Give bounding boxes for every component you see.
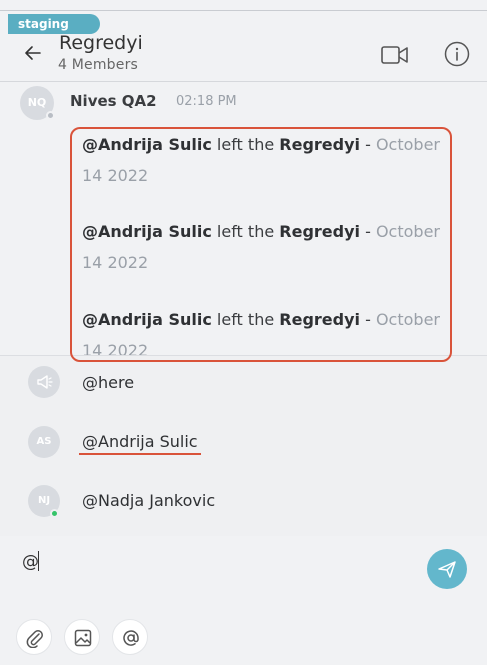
at-icon — [123, 630, 139, 646]
mention-underline-annotation — [79, 453, 201, 455]
channel-title[interactable]: Regredyi — [59, 32, 143, 54]
avatar: AS — [28, 426, 60, 458]
channel-header: Regredyi 4 Members — [0, 30, 487, 82]
send-icon — [438, 561, 456, 578]
mention-label: @here — [82, 373, 135, 392]
back-arrow-icon[interactable] — [24, 44, 42, 62]
info-icon[interactable] — [444, 41, 470, 67]
header-divider — [0, 81, 487, 82]
top-divider — [0, 10, 487, 11]
mention-item-nadja-jankovic[interactable]: NJ @Nadja Jankovic — [0, 485, 487, 535]
online-status-dot — [50, 509, 59, 518]
highlight-annotation — [70, 127, 452, 362]
mention-button[interactable] — [112, 619, 148, 655]
mention-suggestions: @here AS @Andrija Sulic NJ @Nadja Jankov… — [0, 355, 487, 536]
image-icon — [74, 629, 92, 647]
message-author[interactable]: Nives QA2 — [70, 92, 157, 110]
mention-label: @Andrija Sulic — [82, 432, 198, 451]
paperclip-icon — [26, 630, 43, 648]
mention-label: @Nadja Jankovic — [82, 491, 216, 510]
image-button[interactable] — [64, 619, 100, 655]
text-caret — [38, 551, 39, 571]
mention-item-here[interactable]: @here — [0, 366, 487, 416]
video-call-icon[interactable] — [381, 44, 409, 66]
attach-button[interactable] — [16, 619, 52, 655]
message-time: 02:18 PM — [176, 94, 237, 109]
avatar — [28, 366, 60, 398]
mention-item-andrija-sulic[interactable]: AS @Andrija Sulic — [0, 426, 487, 476]
member-count: 4 Members — [58, 57, 139, 73]
send-button[interactable] — [427, 549, 467, 589]
message-input[interactable]: @ — [22, 552, 39, 572]
status-dot — [46, 111, 55, 120]
megaphone-icon — [37, 375, 53, 389]
